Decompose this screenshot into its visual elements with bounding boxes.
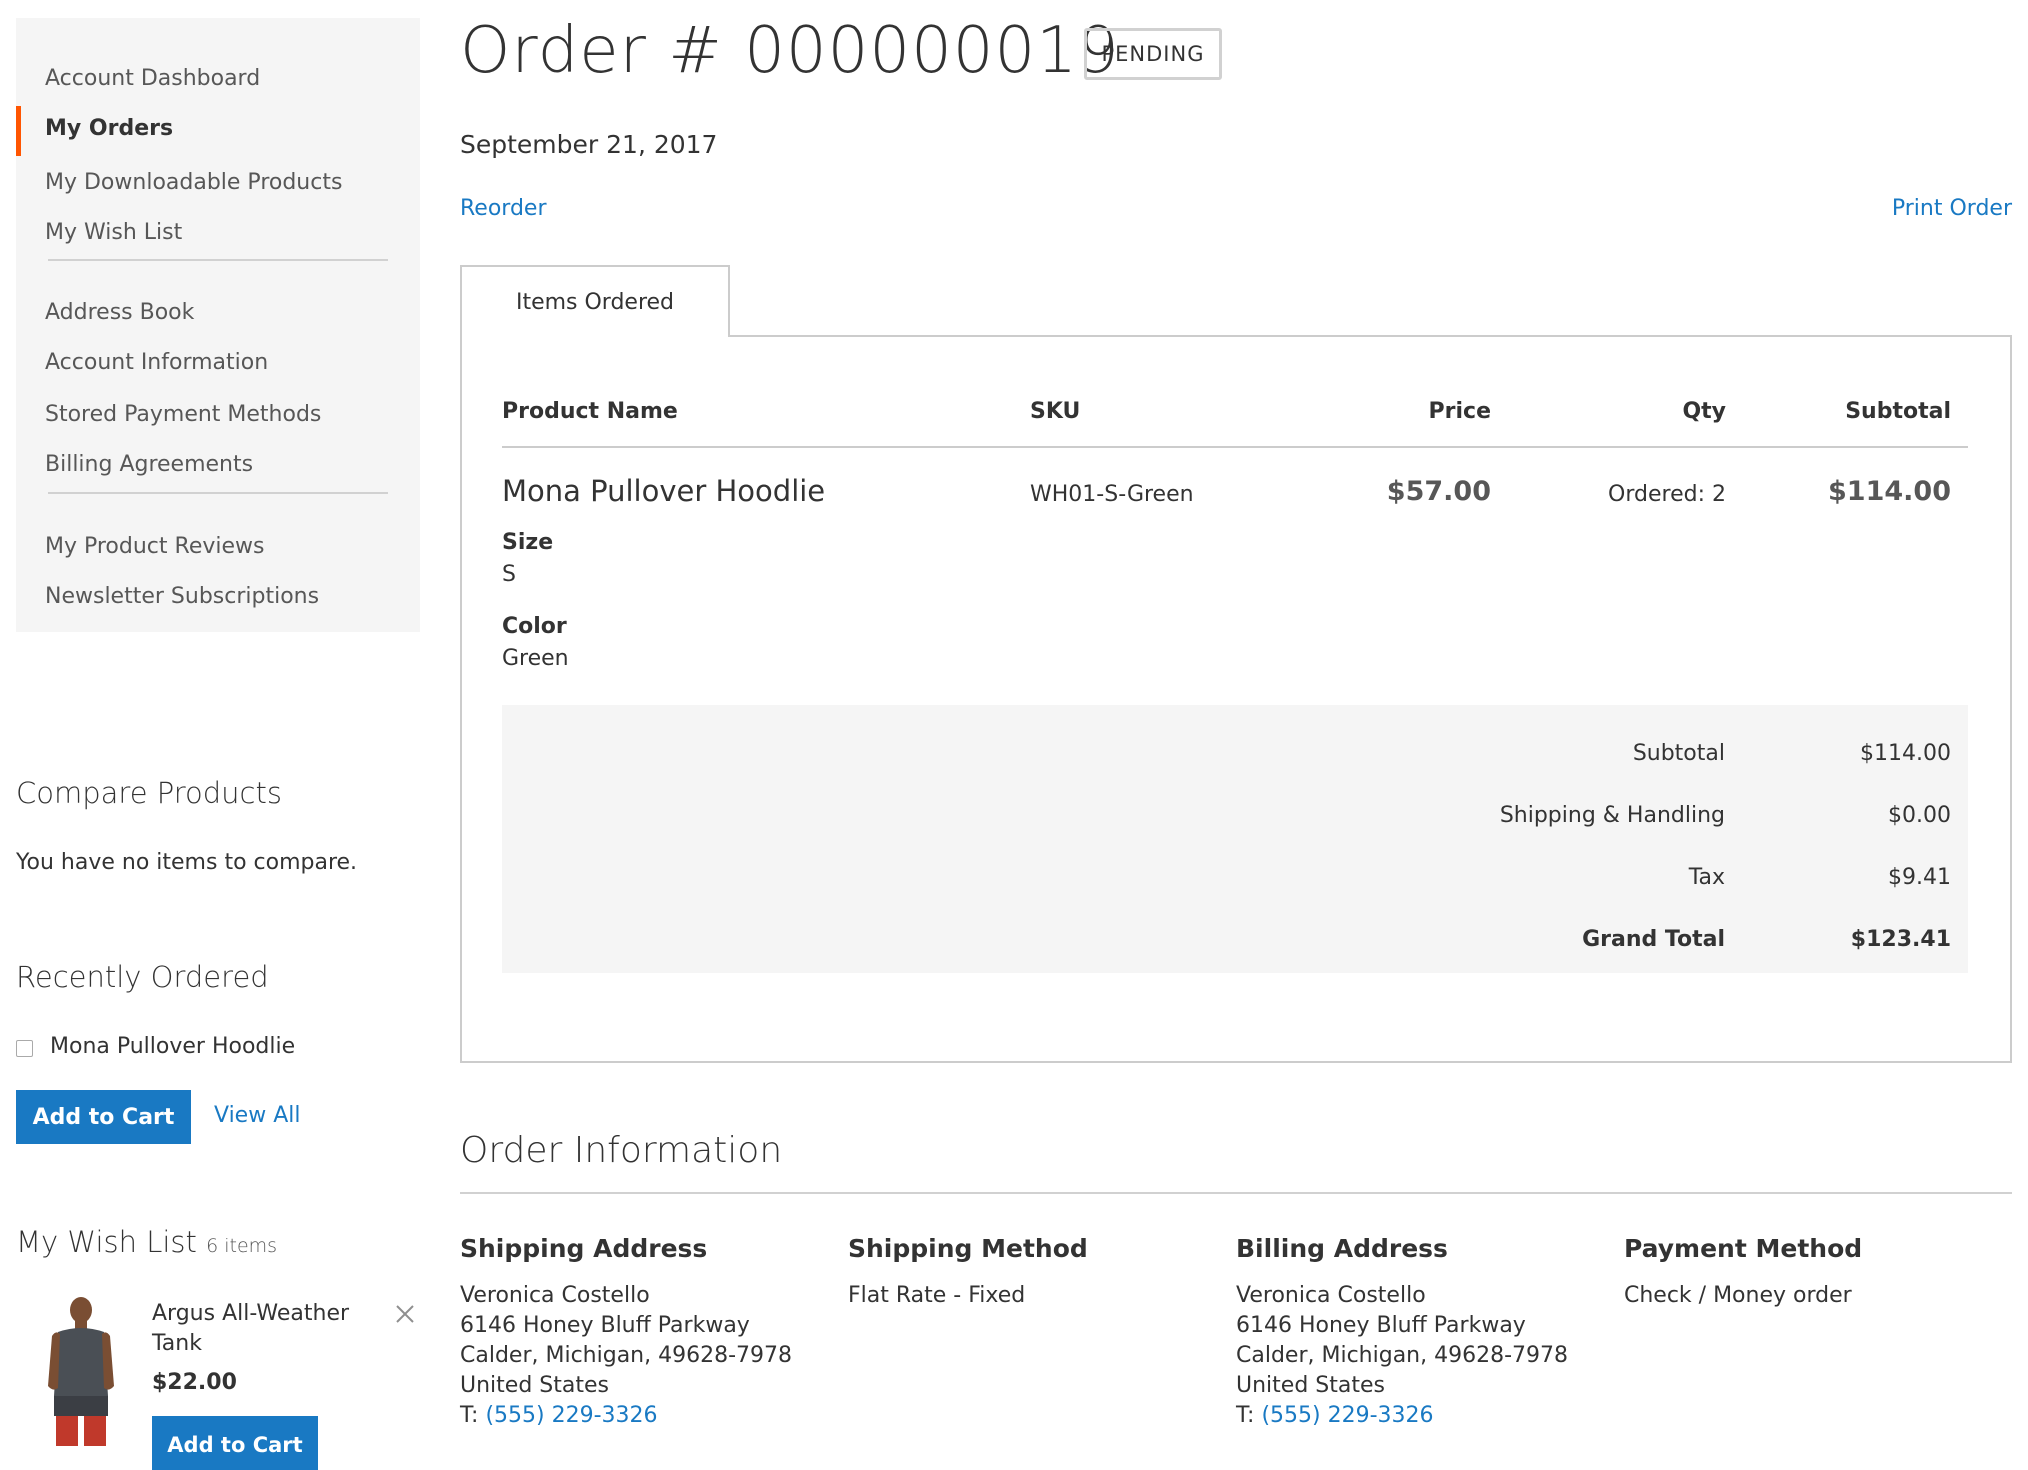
billing-address-line: Veronica Costello <box>1236 1283 1426 1308</box>
column-subtotal: Subtotal <box>1845 399 1951 424</box>
nav-billing-agreements[interactable]: Billing Agreements <box>45 452 253 477</box>
option-value-color: Green <box>502 646 569 671</box>
view-all-link[interactable]: View All <box>214 1103 300 1128</box>
totals-shipping-label: Shipping & Handling <box>1499 803 1725 828</box>
totals-shipping-value: $0.00 <box>1888 803 1951 828</box>
order-information-rule <box>460 1192 2012 1194</box>
nav-divider <box>48 492 388 494</box>
order-information-title: Order Information <box>460 1130 783 1171</box>
recent-item-name: Mona Pullover Hoodlie <box>50 1034 296 1059</box>
payment-method-value: Check / Money order <box>1624 1283 1852 1308</box>
billing-phone-link[interactable]: (555) 229-3326 <box>1261 1403 1433 1428</box>
order-totals <box>502 705 1968 973</box>
shipping-phone-link[interactable]: (555) 229-3326 <box>485 1403 657 1428</box>
product-image[interactable] <box>36 1296 126 1446</box>
shipping-method-block: Shipping Method Flat Rate - Fixed <box>848 1234 1088 1311</box>
nav-wish-list[interactable]: My Wish List <box>45 220 182 245</box>
wishlist-add-to-cart-button[interactable]: Add to Cart <box>152 1416 318 1470</box>
product-sku: WH01-S-Green <box>1030 482 1194 507</box>
nav-newsletter-subscriptions[interactable]: Newsletter Subscriptions <box>45 584 319 609</box>
nav-account-dashboard[interactable]: Account Dashboard <box>45 66 260 91</box>
table-header-rule <box>502 446 1968 448</box>
column-price: Price <box>1428 399 1491 424</box>
shipping-address-block: Shipping Address Veronica Costello 6146 … <box>460 1234 792 1431</box>
product-qty: Ordered: 2 <box>1608 482 1726 507</box>
option-label-size: Size <box>502 530 554 555</box>
shipping-address-line: 6146 Honey Bluff Parkway <box>460 1313 750 1338</box>
nav-divider <box>48 259 388 261</box>
nav-address-book[interactable]: Address Book <box>45 300 194 325</box>
totals-subtotal-value: $114.00 <box>1860 741 1951 766</box>
totals-tax-value: $9.41 <box>1888 865 1951 890</box>
product-price: $57.00 <box>1386 476 1491 507</box>
nav-stored-payment-methods[interactable]: Stored Payment Methods <box>45 402 321 427</box>
payment-method-block: Payment Method Check / Money order <box>1624 1234 1862 1311</box>
totals-grand-total-label: Grand Total <box>1582 927 1725 952</box>
shipping-method-title: Shipping Method <box>848 1234 1088 1263</box>
nav-downloadable-products[interactable]: My Downloadable Products <box>45 170 342 195</box>
totals-subtotal-label: Subtotal <box>1632 741 1725 766</box>
status-badge: PENDING <box>1084 28 1222 80</box>
compare-empty-text: You have no items to compare. <box>16 850 358 875</box>
order-date: September 21, 2017 <box>460 130 718 159</box>
totals-grand-total-value: $123.41 <box>1850 927 1951 952</box>
phone-prefix: T: <box>460 1403 479 1428</box>
billing-address-line: 6146 Honey Bluff Parkway <box>1236 1313 1526 1338</box>
shipping-address-line: Calder, Michigan, 49628-7978 <box>460 1343 793 1368</box>
nav-current-indicator <box>16 106 21 156</box>
billing-address-line: Calder, Michigan, 49628-7978 <box>1236 1343 1569 1368</box>
recent-item-checkbox[interactable] <box>16 1040 33 1057</box>
compare-products-title: Compare Products <box>16 776 282 810</box>
shipping-address-title: Shipping Address <box>460 1234 708 1263</box>
billing-address-line: United States <box>1236 1373 1385 1398</box>
option-value-size: S <box>502 562 516 587</box>
column-product-name: Product Name <box>502 399 678 424</box>
nav-product-reviews[interactable]: My Product Reviews <box>45 534 264 559</box>
totals-tax-label: Tax <box>1688 865 1725 890</box>
payment-method-title: Payment Method <box>1624 1234 1863 1263</box>
shipping-phone: T: (555) 229-3326 <box>460 1401 792 1431</box>
reorder-link[interactable]: Reorder <box>460 196 547 221</box>
tab-items-ordered[interactable]: Items Ordered <box>460 265 730 337</box>
wishlist-item-price: $22.00 <box>152 1370 237 1395</box>
phone-prefix: T: <box>1236 1403 1255 1428</box>
account-nav: Account Dashboard My Orders My Downloada… <box>16 18 420 632</box>
wishlist-item-name[interactable]: Argus All-Weather Tank <box>152 1299 372 1359</box>
wishlist-title: My Wish List 6 items <box>16 1225 277 1259</box>
product-name: Mona Pullover Hoodlie <box>502 474 826 508</box>
option-label-color: Color <box>502 614 567 639</box>
nav-account-information[interactable]: Account Information <box>45 350 268 375</box>
wishlist-count: 6 items <box>206 1235 278 1257</box>
product-subtotal: $114.00 <box>1828 476 1951 507</box>
column-sku: SKU <box>1030 399 1081 424</box>
billing-address-block: Billing Address Veronica Costello 6146 H… <box>1236 1234 1568 1431</box>
wishlist-title-text: My Wish List <box>16 1225 197 1259</box>
print-order-link[interactable]: Print Order <box>1892 196 2012 221</box>
billing-phone: T: (555) 229-3326 <box>1236 1401 1568 1431</box>
billing-address-title: Billing Address <box>1236 1234 1448 1263</box>
column-qty: Qty <box>1682 399 1726 424</box>
shipping-address-line: Veronica Costello <box>460 1283 650 1308</box>
nav-my-orders: My Orders <box>45 116 174 141</box>
add-to-cart-button[interactable]: Add to Cart <box>16 1090 191 1144</box>
shipping-method-value: Flat Rate - Fixed <box>848 1283 1026 1308</box>
close-icon[interactable] <box>394 1303 416 1325</box>
recently-ordered-title: Recently Ordered <box>16 960 269 994</box>
page-title: Order # 000000019 <box>460 14 1120 88</box>
shipping-address-line: United States <box>460 1373 609 1398</box>
